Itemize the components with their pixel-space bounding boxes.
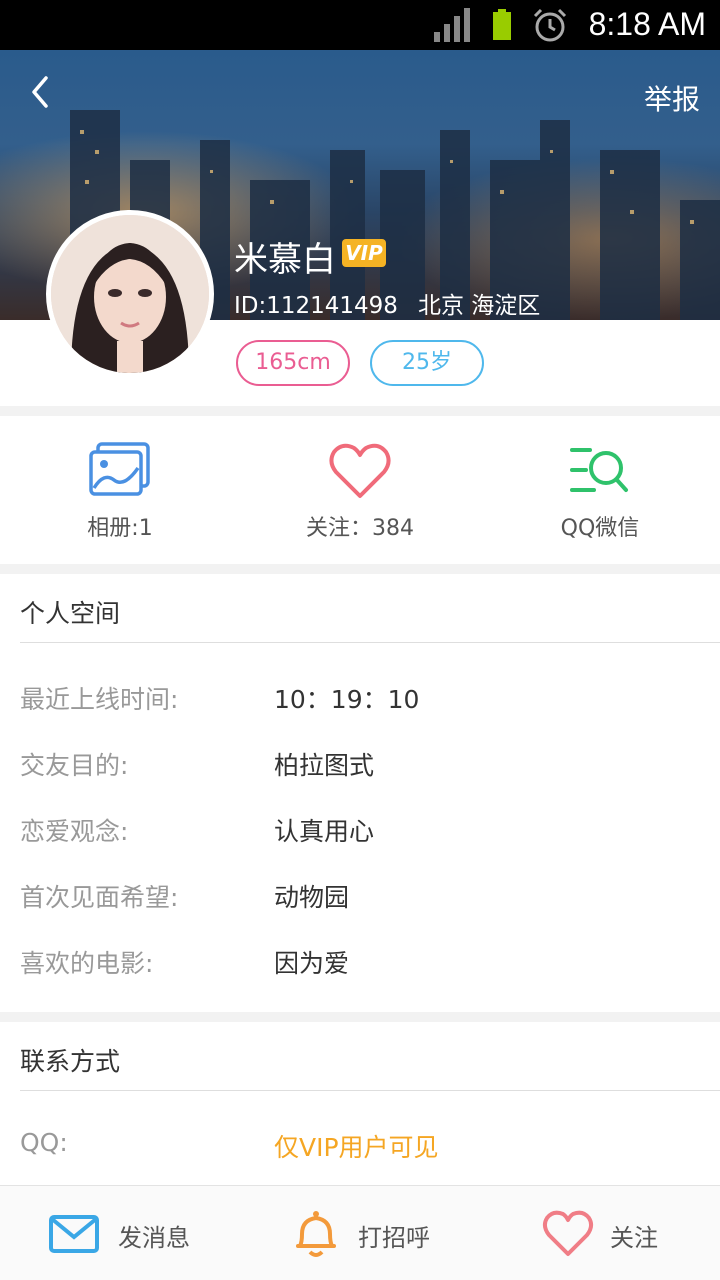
status-bar: 8:18 AM [0, 0, 720, 50]
search-list-icon [570, 448, 628, 492]
stat-follow-label: 关注：384 [306, 516, 414, 541]
vip-badge: VIP [342, 239, 386, 267]
avatar-image [51, 215, 209, 373]
album-icon [89, 442, 150, 496]
info-value: 认真用心 [274, 817, 375, 846]
age-tag: 25岁 [370, 340, 484, 386]
clock: 8:18 AM [588, 6, 706, 42]
heart-icon [329, 443, 391, 498]
section-title: 个人空间 [20, 599, 121, 628]
contact-section: 联系方式 QQ: 仅VIP用户可见 [0, 1022, 720, 1185]
battery-icon [493, 9, 511, 40]
heart-icon [542, 1210, 594, 1256]
info-key: 首次见面希望: [20, 883, 179, 912]
stats-row: 相册:1 关注：384 QQ微信 [0, 416, 720, 564]
info-value: 10：19：10 [274, 685, 420, 714]
info-row: 交友目的: 柏拉图式 [0, 746, 720, 786]
info-key: 最近上线时间: [20, 685, 179, 714]
send-message-button[interactable]: 发消息 [0, 1186, 240, 1280]
user-location: 北京 海淀区 [417, 293, 541, 319]
info-key: 恋爱观念: [20, 817, 129, 846]
bottom-action-bar: 发消息 打招呼 关注 [0, 1185, 720, 1280]
height-tag: 165cm [236, 340, 350, 386]
stat-album-label: 相册:1 [87, 516, 153, 541]
avatar[interactable] [46, 210, 214, 378]
info-row: 首次见面希望: 动物园 [0, 878, 720, 918]
report-button[interactable]: 举报 [644, 78, 700, 118]
info-key: QQ: [20, 1128, 68, 1157]
back-button[interactable] [22, 72, 62, 112]
info-key: 交友目的: [20, 751, 129, 780]
bell-icon [296, 1211, 336, 1257]
info-value: 柏拉图式 [274, 751, 375, 780]
info-row: 最近上线时间: 10：19：10 [0, 680, 720, 720]
user-id: ID:112141498 [234, 293, 398, 319]
stat-qq-wechat-label: QQ微信 [560, 516, 640, 541]
section-title: 联系方式 [20, 1047, 121, 1076]
info-row: 喜欢的电影: 因为爱 [0, 944, 720, 984]
greet-label: 打招呼 [358, 1224, 430, 1252]
stat-follow[interactable]: 关注：384 [240, 416, 480, 564]
signal-icon [434, 8, 470, 42]
send-message-label: 发消息 [118, 1224, 190, 1252]
divider [20, 642, 720, 643]
follow-label: 关注 [610, 1224, 658, 1252]
follow-button[interactable]: 关注 [480, 1186, 720, 1280]
info-value: 因为爱 [274, 949, 350, 978]
divider [20, 1090, 720, 1091]
info-row: 恋爱观念: 认真用心 [0, 812, 720, 852]
user-id-location: ID:112141498 北京 海淀区 [234, 286, 540, 320]
greet-button[interactable]: 打招呼 [240, 1186, 480, 1280]
personal-space-section: 个人空间 最近上线时间: 10：19：10 交友目的: 柏拉图式 恋爱观念: 认… [0, 574, 720, 1012]
nickname: 米慕白 [234, 240, 336, 280]
mail-icon [49, 1215, 99, 1253]
stat-qq-wechat[interactable]: QQ微信 [480, 416, 720, 564]
info-value: 动物园 [274, 883, 350, 912]
alarm-icon [533, 8, 567, 42]
vip-only-value[interactable]: 仅VIP用户可见 [274, 1128, 439, 1164]
stat-album[interactable]: 相册:1 [0, 416, 240, 564]
info-key: 喜欢的电影: [20, 949, 154, 978]
info-row: QQ: 仅VIP用户可见 [0, 1128, 720, 1168]
